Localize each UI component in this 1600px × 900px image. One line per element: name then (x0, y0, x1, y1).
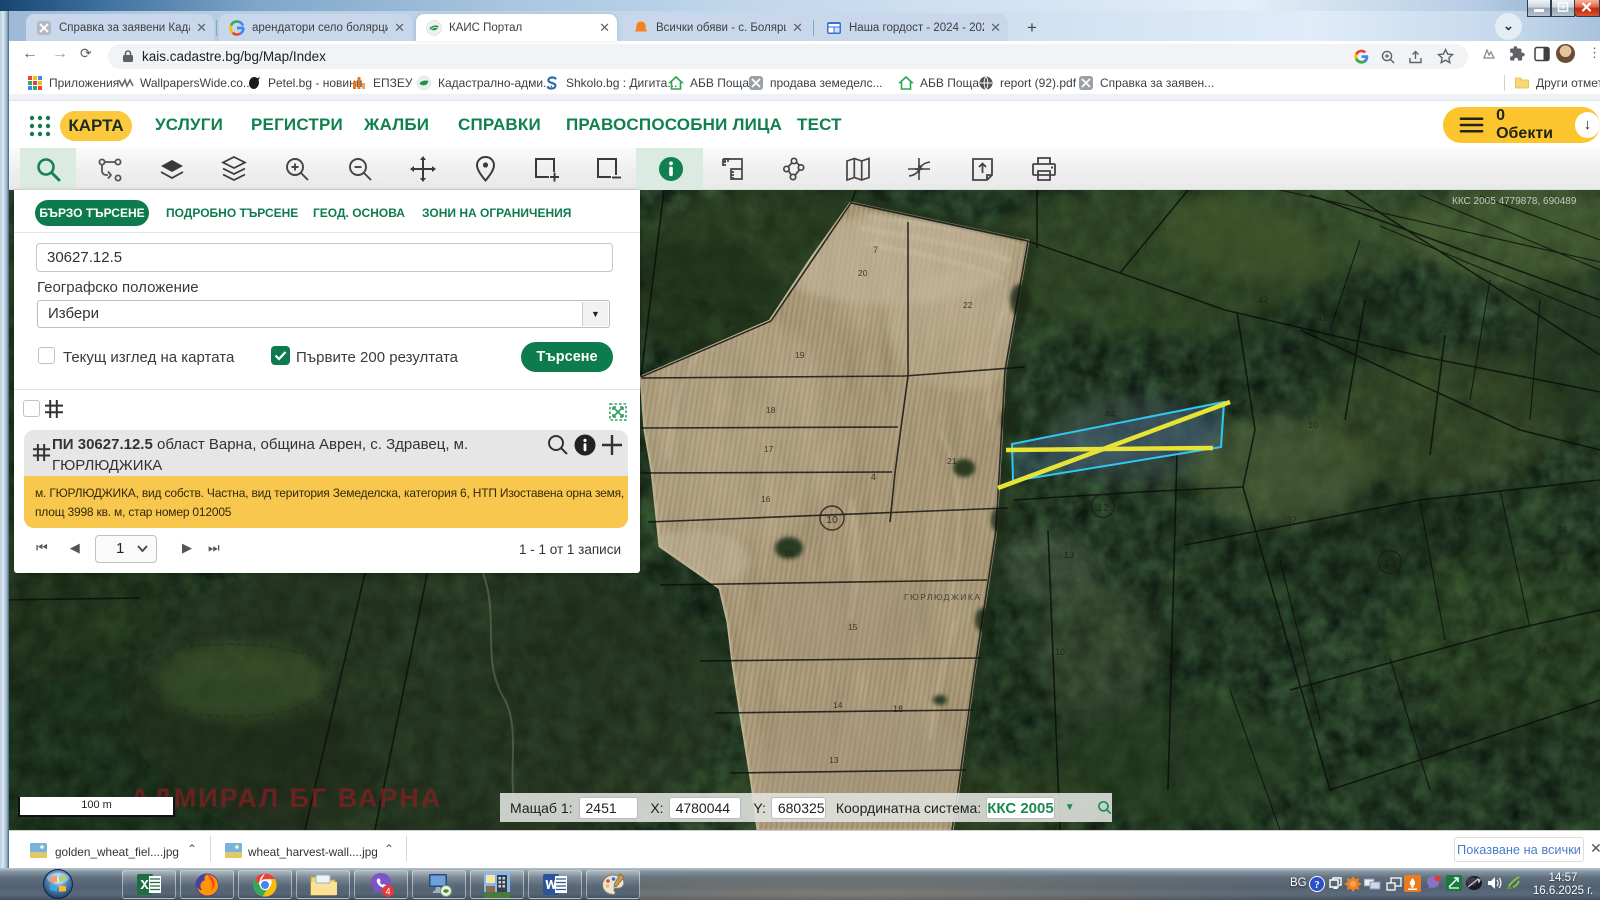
svg-text:4: 4 (385, 886, 390, 896)
svg-text:39: 39 (1515, 329, 1525, 339)
svg-text:35: 35 (1345, 652, 1355, 662)
svg-text:37: 37 (1287, 515, 1297, 525)
svg-text:4: 4 (871, 472, 876, 482)
svg-text:18: 18 (893, 704, 903, 714)
svg-text:22: 22 (963, 300, 973, 310)
svg-text:41: 41 (1317, 313, 1327, 323)
svg-text:44: 44 (1105, 409, 1115, 419)
svg-text:16: 16 (761, 494, 771, 504)
svg-text:10: 10 (826, 514, 838, 526)
svg-text:21: 21 (947, 456, 957, 466)
svg-text:13: 13 (1384, 558, 1396, 570)
svg-text:13: 13 (1064, 550, 1074, 560)
svg-text:15: 15 (784, 548, 794, 558)
svg-text:40: 40 (1437, 325, 1447, 335)
svg-text:42: 42 (1258, 295, 1268, 305)
svg-text:13: 13 (829, 755, 839, 765)
svg-text:36: 36 (1557, 525, 1567, 535)
svg-text:20: 20 (858, 268, 868, 278)
svg-text:54: 54 (1537, 645, 1547, 655)
svg-text:38: 38 (1452, 515, 1462, 525)
svg-text:17: 17 (764, 444, 774, 454)
svg-text:10: 10 (1055, 647, 1065, 657)
svg-text:14: 14 (833, 700, 843, 710)
svg-text:7: 7 (873, 245, 878, 255)
svg-text:?: ? (1314, 879, 1320, 891)
svg-text:12: 12 (1097, 502, 1109, 514)
svg-text:19: 19 (795, 350, 805, 360)
svg-text:18: 18 (766, 405, 776, 415)
svg-text:10: 10 (1053, 732, 1063, 742)
svg-text:ГЮРЛЮДЖИКА: ГЮРЛЮДЖИКА (904, 592, 982, 602)
svg-text:10: 10 (1308, 420, 1318, 430)
svg-text:15: 15 (848, 622, 858, 632)
svg-text:7: 7 (1143, 242, 1148, 252)
